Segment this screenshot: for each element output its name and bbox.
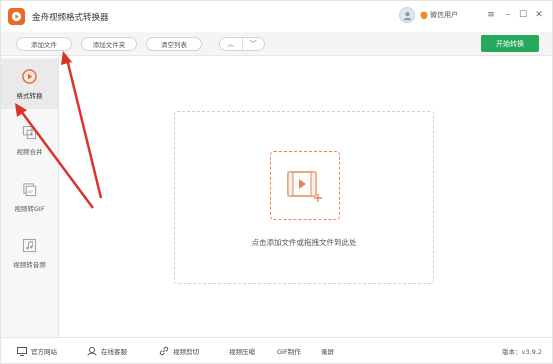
gif-maker-label: GIF制作	[277, 348, 301, 356]
official-site-label: 官方网站	[31, 348, 57, 356]
start-convert-button[interactable]: 开始转换	[481, 35, 539, 52]
sidebar-item-label: 视频合并	[16, 148, 43, 156]
gif-icon: GIF	[22, 181, 38, 197]
link-icon	[159, 346, 169, 356]
maximize-icon[interactable]: ☐	[517, 9, 529, 21]
sidebar: 格式转换 视频合并 GIF 视频转GIF 视频转音频	[1, 57, 59, 337]
move-up-icon[interactable]: ︿	[220, 38, 243, 50]
screen-record-link[interactable]: 录屏	[321, 346, 334, 356]
music-icon	[22, 237, 38, 253]
sidebar-item-label: 格式转换	[16, 92, 43, 100]
svg-text:GIF: GIF	[27, 189, 33, 193]
sidebar-item-format-convert[interactable]: 格式转换	[1, 59, 58, 109]
sidebar-item-video-to-audio[interactable]: 视频转音频	[1, 228, 58, 278]
online-service-label: 在线客服	[101, 348, 127, 356]
add-file-button[interactable]: 添加文件	[16, 37, 72, 51]
user-name: 微信用户	[430, 11, 458, 19]
avatar[interactable]	[399, 7, 415, 23]
vip-shield-icon	[420, 11, 428, 19]
drop-zone[interactable]: 点击添加文件或拖拽文件到此处	[174, 111, 434, 284]
gif-maker-link[interactable]: GIF制作	[277, 346, 301, 356]
clear-list-button[interactable]: 清空列表	[146, 37, 202, 51]
app-title: 金舟视频格式转换器	[32, 13, 109, 23]
app-window: 金舟视频格式转换器 微信用户 ≡ ─ ☐ ✕ 添加文件 添加文件夹 清空列表 ︿…	[0, 0, 553, 364]
minimize-icon[interactable]: ─	[502, 9, 514, 21]
sidebar-item-label: 视频转音频	[13, 261, 46, 269]
online-service-link[interactable]: 在线客服	[87, 346, 127, 356]
video-cut-label: 视频剪切	[173, 348, 199, 356]
video-compress-label: 视频压缩	[229, 348, 255, 356]
monitor-icon	[17, 346, 27, 356]
sidebar-item-video-to-gif[interactable]: GIF 视频转GIF	[1, 172, 58, 222]
video-compress-link[interactable]: 视频压缩	[229, 346, 255, 356]
sidebar-item-video-merge[interactable]: 视频合并	[1, 115, 58, 165]
move-down-icon[interactable]: ﹀	[243, 38, 265, 50]
close-icon[interactable]: ✕	[533, 9, 545, 21]
screen-record-label: 录屏	[321, 348, 334, 356]
sidebar-item-label: 视频转GIF	[14, 205, 45, 213]
add-folder-button[interactable]: 添加文件夹	[81, 37, 137, 51]
official-site-link[interactable]: 官方网站	[17, 346, 57, 356]
play-circle-icon	[22, 68, 38, 84]
user-account[interactable]: 微信用户	[399, 7, 458, 23]
annotation-arrow-add-file	[61, 51, 103, 199]
bottom-bar: 官方网站 在线客服 视频剪切 视频压缩 GIF制作 录屏 版本：v3.9.2	[1, 337, 552, 363]
reorder-buttons: ︿ ﹀	[219, 37, 265, 51]
toolbar: 添加文件 添加文件夹 清空列表 ︿ ﹀ 开始转换	[1, 32, 552, 56]
video-cut-link[interactable]: 视频剪切	[159, 346, 199, 356]
title-bar: 金舟视频格式转换器 微信用户 ≡ ─ ☐ ✕	[1, 1, 552, 32]
add-video-icon[interactable]	[270, 151, 340, 220]
headset-icon	[87, 347, 97, 356]
drop-hint-text: 点击添加文件或拖拽文件到此处	[251, 238, 357, 247]
menu-icon[interactable]: ≡	[485, 9, 497, 21]
merge-icon	[22, 124, 38, 140]
app-logo-icon	[8, 8, 25, 25]
version-text: 版本：v3.9.2	[502, 348, 542, 356]
